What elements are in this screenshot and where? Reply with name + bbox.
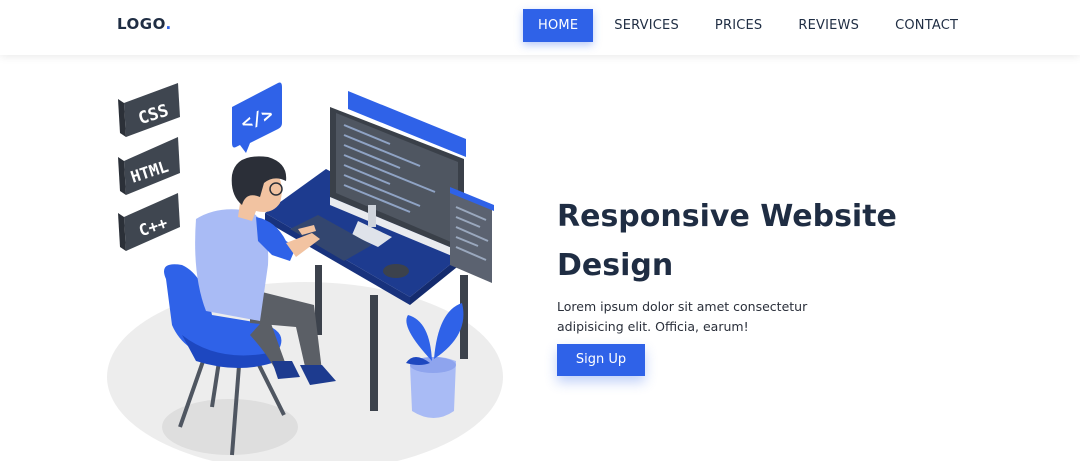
desk-leg-left: [370, 295, 378, 411]
developer-illustration: CSS HTML C++ </>: [107, 82, 503, 461]
css-tag: CSS: [118, 83, 180, 137]
chair-shadow: [162, 399, 298, 455]
hero-description-line-1: Lorem ipsum dolor sit amet consectetur: [557, 299, 808, 314]
code-bubble-icon: </>: [232, 82, 282, 153]
logo-text: LOGO: [117, 15, 166, 33]
hero-title: Responsive Website Design: [557, 192, 977, 290]
mouse-icon: [383, 264, 409, 278]
navbar: LOGO. HOME SERVICES PRICES REVIEWS CONTA…: [0, 0, 1080, 55]
hero-title-line-1: Responsive Website: [557, 199, 897, 234]
logo-dot: .: [165, 15, 172, 33]
hero-description-line-2: adipisicing elit. Officia, earum!: [557, 319, 749, 334]
nav-home-link[interactable]: HOME: [523, 9, 594, 42]
nav-reviews-link[interactable]: REVIEWS: [783, 9, 874, 42]
hero-title-line-2: Design: [557, 248, 674, 283]
sign-up-button[interactable]: Sign Up: [557, 344, 645, 376]
nav-menu: HOME SERVICES PRICES REVIEWS CONTACT: [523, 9, 979, 42]
hero-description: Lorem ipsum dolor sit amet consectetur a…: [557, 297, 857, 337]
nav-contact-link[interactable]: CONTACT: [880, 9, 973, 42]
side-screen-icon: [450, 187, 494, 283]
cpp-tag: C++: [118, 193, 180, 251]
nav-services-link[interactable]: SERVICES: [599, 9, 694, 42]
html-tag: HTML: [118, 137, 180, 195]
logo[interactable]: LOGO.: [117, 15, 172, 33]
nav-prices-link[interactable]: PRICES: [700, 9, 777, 42]
